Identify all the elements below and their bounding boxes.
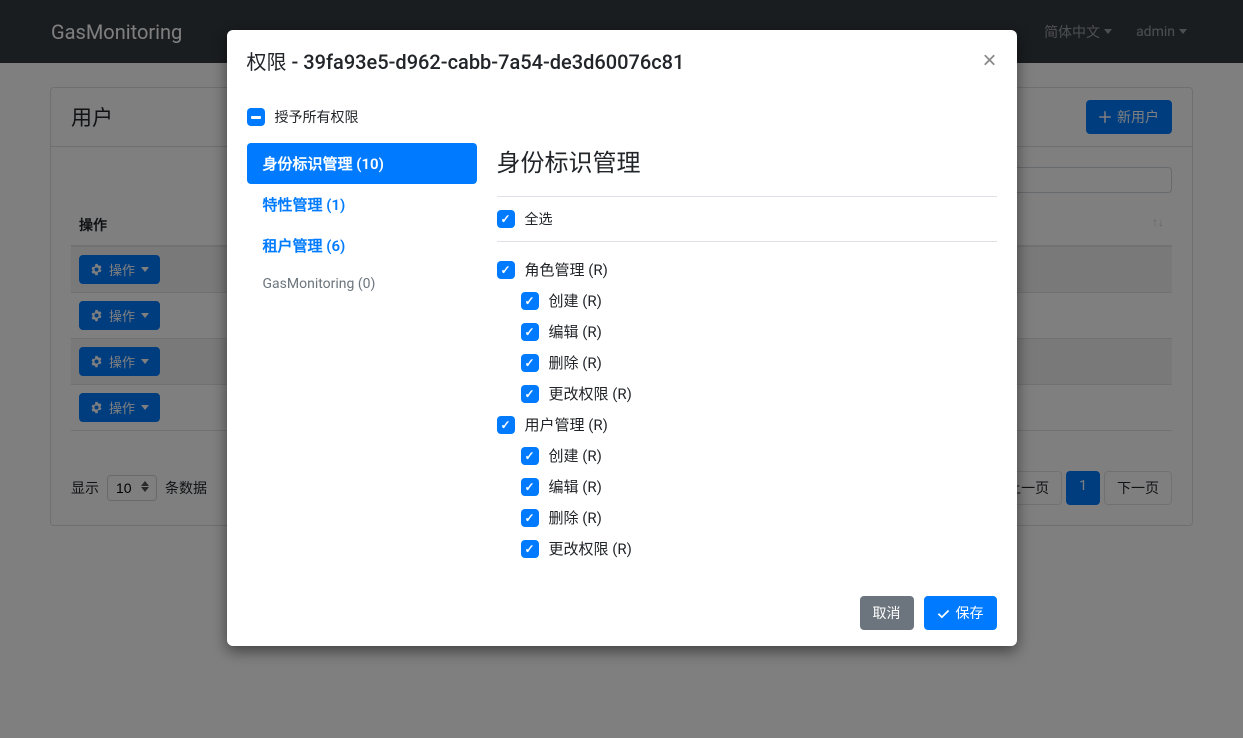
permission-label: 更改权限 (R) — [549, 538, 632, 559]
permission-section-title: 身份标识管理 — [497, 143, 997, 178]
permission-item: ✓ 更改权限 (R) — [497, 533, 997, 564]
select-all-checkbox[interactable]: ✓ — [497, 210, 515, 228]
permission-label: 创建 (R) — [549, 290, 602, 311]
permission-item: ✓ 编辑 (R) — [497, 316, 997, 347]
permission-tab[interactable]: 租户管理 (6) — [247, 225, 477, 266]
permission-item: ✓ 创建 (R) — [497, 285, 997, 316]
permission-checkbox[interactable]: ✓ — [521, 540, 539, 558]
grant-all-label: 授予所有权限 — [275, 107, 359, 127]
save-label: 保存 — [956, 603, 984, 623]
permission-item: ✓ 用户管理 (R) — [497, 409, 997, 440]
permission-item: ✓ 创建 (R) — [497, 440, 997, 471]
permission-checkbox[interactable]: ✓ — [497, 261, 515, 279]
permission-checkbox[interactable]: ✓ — [521, 323, 539, 341]
permission-checkbox[interactable]: ✓ — [521, 385, 539, 403]
permission-label: 删除 (R) — [549, 507, 602, 528]
modal-title: 权限 - 39fa93e5-d962-cabb-7a54-de3d60076c8… — [247, 46, 685, 75]
divider — [497, 196, 997, 197]
permission-label: 编辑 (R) — [549, 476, 602, 497]
permission-checkbox[interactable]: ✓ — [521, 354, 539, 372]
save-button[interactable]: 保存 — [924, 596, 997, 630]
permission-tab[interactable]: 身份标识管理 (10) — [247, 143, 477, 184]
permission-item: ✓ 角色管理 (R) — [497, 254, 997, 285]
grant-all-checkbox[interactable] — [247, 108, 265, 126]
permission-list: ✓角色管理 (R)✓创建 (R)✓编辑 (R)✓删除 (R)✓更改权限 (R)✓… — [497, 254, 997, 564]
permission-tab[interactable]: GasMonitoring (0) — [247, 266, 477, 302]
permission-checkbox[interactable]: ✓ — [521, 292, 539, 310]
check-icon — [937, 607, 950, 620]
permission-label: 更改权限 (R) — [549, 383, 632, 404]
divider — [497, 241, 997, 242]
permission-label: 用户管理 (R) — [525, 414, 608, 435]
permission-checkbox[interactable]: ✓ — [521, 447, 539, 465]
permission-label: 编辑 (R) — [549, 321, 602, 342]
permission-item: ✓ 编辑 (R) — [497, 471, 997, 502]
cancel-button[interactable]: 取消 — [860, 596, 914, 630]
permission-label: 创建 (R) — [549, 445, 602, 466]
permission-item: ✓ 删除 (R) — [497, 347, 997, 378]
permission-label: 角色管理 (R) — [525, 259, 608, 280]
permission-label: 删除 (R) — [549, 352, 602, 373]
permission-checkbox[interactable]: ✓ — [521, 478, 539, 496]
permission-tabs: 身份标识管理 (10)特性管理 (1)租户管理 (6)GasMonitoring… — [247, 143, 477, 564]
permission-tab[interactable]: 特性管理 (1) — [247, 184, 477, 225]
close-button[interactable]: × — [982, 49, 996, 73]
permission-checkbox[interactable]: ✓ — [521, 509, 539, 527]
select-all-label: 全选 — [525, 209, 553, 229]
permission-item: ✓ 删除 (R) — [497, 502, 997, 533]
permission-item: ✓ 更改权限 (R) — [497, 378, 997, 409]
permission-checkbox[interactable]: ✓ — [497, 416, 515, 434]
permissions-modal: 权限 - 39fa93e5-d962-cabb-7a54-de3d60076c8… — [227, 30, 1017, 646]
